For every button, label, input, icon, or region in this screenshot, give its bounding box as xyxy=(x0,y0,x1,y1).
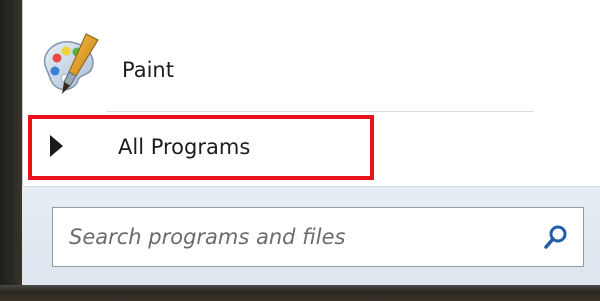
all-programs-button[interactable]: All Programs xyxy=(28,115,374,180)
right-triangle-arrow-icon xyxy=(50,135,63,157)
search-icon[interactable] xyxy=(543,224,569,250)
all-programs-label: All Programs xyxy=(118,135,251,159)
desktop-edge xyxy=(0,0,22,301)
taskbar-edge xyxy=(0,285,600,301)
search-input[interactable] xyxy=(53,208,529,266)
search-box[interactable] xyxy=(52,207,584,267)
program-item-label: Paint xyxy=(122,58,174,82)
menu-divider xyxy=(106,111,534,112)
program-item-paint[interactable]: Paint xyxy=(30,30,550,110)
paint-palette-icon xyxy=(43,33,99,94)
